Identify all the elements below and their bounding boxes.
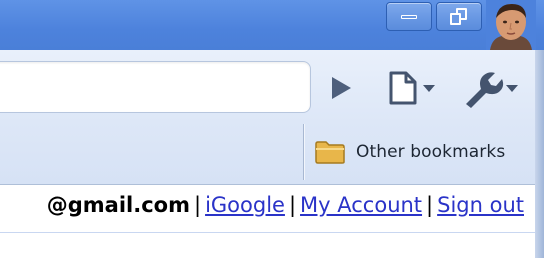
browser-window: Other bookmarks @gmail.com | iGoogle | My Ac…: [0, 0, 544, 258]
browser-toolbar: [0, 50, 544, 122]
igoogle-link[interactable]: iGoogle: [205, 193, 285, 217]
separator: |: [193, 193, 202, 217]
go-button[interactable]: [320, 68, 360, 108]
minimize-icon: [401, 15, 417, 19]
wrench-icon: [466, 72, 504, 108]
separator: |: [426, 193, 434, 217]
header-divider: [0, 232, 544, 233]
folder-icon: [315, 141, 345, 164]
address-bar[interactable]: [0, 61, 311, 113]
address-input[interactable]: [0, 62, 307, 110]
my-account-link[interactable]: My Account: [300, 193, 422, 217]
bookmarks-separator: [303, 124, 304, 180]
wrench-menu-button[interactable]: [461, 68, 527, 108]
account-bar: @gmail.com | iGoogle | My Account | Sign out: [47, 193, 524, 217]
page-menu-button[interactable]: [384, 68, 444, 108]
minimize-button[interactable]: [386, 2, 432, 31]
window-frame-edge: [535, 50, 544, 258]
separator: |: [288, 193, 297, 217]
restore-icon-front: [450, 13, 461, 25]
sign-out-link[interactable]: Sign out: [437, 193, 524, 217]
user-email: @gmail.com: [46, 193, 190, 217]
chevron-down-icon: [506, 85, 518, 92]
page-icon: [389, 71, 417, 105]
other-bookmarks-button[interactable]: Other bookmarks: [314, 136, 505, 168]
profile-avatar[interactable]: [486, 0, 536, 50]
title-bar[interactable]: [0, 0, 544, 50]
restore-button[interactable]: [436, 2, 482, 31]
chevron-down-icon: [423, 85, 435, 92]
bookmarks-bar: Other bookmarks: [0, 122, 544, 185]
other-bookmarks-label: Other bookmarks: [356, 142, 506, 162]
page-content: @gmail.com | iGoogle | My Account | Sign out: [0, 185, 544, 258]
